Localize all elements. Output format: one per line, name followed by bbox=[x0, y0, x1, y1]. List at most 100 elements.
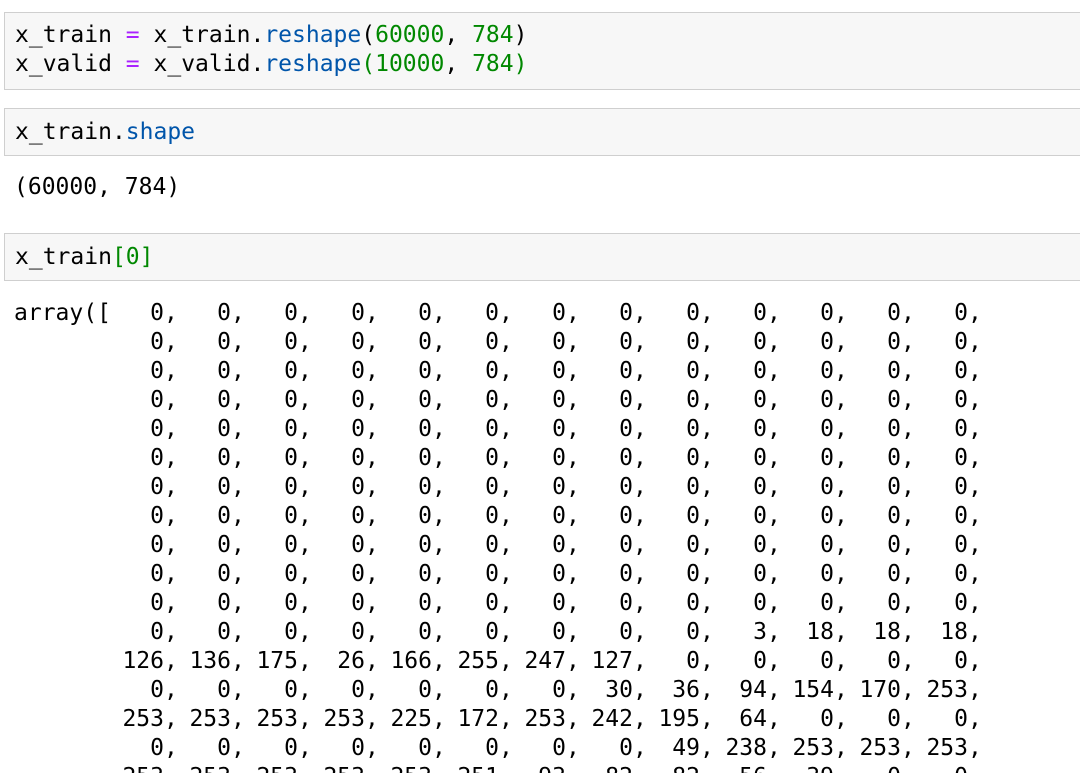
code-dot: . bbox=[250, 51, 265, 77]
array-comma: , bbox=[231, 445, 245, 471]
array-comma: , bbox=[298, 358, 312, 384]
array-value: 0 bbox=[485, 503, 499, 529]
array-value: 0 bbox=[552, 590, 566, 616]
array-value: 0 bbox=[418, 503, 432, 529]
code-method: reshape bbox=[264, 22, 362, 48]
code-paren-close: ) bbox=[513, 51, 528, 77]
array-comma: , bbox=[700, 532, 714, 558]
array-comma: , bbox=[834, 416, 848, 442]
code-dot: . bbox=[250, 22, 265, 48]
array-value: 0 bbox=[351, 503, 365, 529]
array-comma: , bbox=[700, 648, 714, 674]
array-comma: , bbox=[231, 358, 245, 384]
array-value: 0 bbox=[753, 329, 767, 355]
array-comma: , bbox=[767, 474, 781, 500]
array-comma: , bbox=[968, 329, 982, 355]
array-value: 0 bbox=[552, 329, 566, 355]
array-value: 0 bbox=[485, 474, 499, 500]
array-comma: , bbox=[834, 763, 848, 773]
array-comma: , bbox=[767, 619, 781, 645]
array-value: 0 bbox=[418, 329, 432, 355]
array-value: 93 bbox=[510, 763, 566, 773]
array-comma: , bbox=[231, 300, 245, 326]
array-value: 0 bbox=[217, 416, 231, 442]
array-comma: , bbox=[231, 648, 245, 674]
array-value: 253 bbox=[859, 735, 901, 761]
array-comma: , bbox=[432, 735, 446, 761]
array-comma: , bbox=[231, 387, 245, 413]
array-value: 253 bbox=[189, 706, 231, 732]
code-cell-shape[interactable]: x_train.shape bbox=[4, 108, 1080, 156]
array-row: 253,253,253,253,253,251,93,82,82,56,39,0… bbox=[108, 763, 981, 773]
array-value: 18 bbox=[940, 619, 968, 645]
array-value: 253 bbox=[108, 763, 164, 773]
array-value: 0 bbox=[552, 532, 566, 558]
code-cell-reshape[interactable]: x_train = x_train.reshape(60000, 784) x_… bbox=[4, 12, 1080, 90]
array-comma: , bbox=[231, 590, 245, 616]
array-value: 242 bbox=[591, 706, 633, 732]
array-value: 0 bbox=[217, 677, 231, 703]
array-comma: , bbox=[298, 445, 312, 471]
code-number: 784 bbox=[472, 22, 514, 48]
array-value: 0 bbox=[552, 416, 566, 442]
array-comma: , bbox=[164, 445, 178, 471]
array-value: 0 bbox=[887, 503, 901, 529]
array-comma: , bbox=[298, 763, 312, 773]
array-value: 0 bbox=[619, 329, 633, 355]
array-comma: , bbox=[834, 445, 848, 471]
array-value: 0 bbox=[887, 358, 901, 384]
array-comma: , bbox=[834, 677, 848, 703]
array-row: 0, 0, 0, 0, 0, 0, 0, 0, 0, 0, 0, 0, 0, bbox=[108, 531, 982, 560]
array-value: 0 bbox=[485, 677, 499, 703]
array-comma: , bbox=[432, 503, 446, 529]
array-comma: , bbox=[566, 590, 580, 616]
array-comma: , bbox=[298, 474, 312, 500]
array-value: 0 bbox=[619, 619, 633, 645]
array-value: 94 bbox=[739, 677, 767, 703]
array-value: 0 bbox=[150, 358, 164, 384]
array-value: 0 bbox=[753, 590, 767, 616]
array-value: 253 bbox=[242, 763, 298, 773]
array-comma: , bbox=[432, 474, 446, 500]
array-value: 255 bbox=[457, 648, 499, 674]
array-value: 0 bbox=[351, 474, 365, 500]
array-comma: , bbox=[633, 706, 647, 732]
array-value: 0 bbox=[418, 358, 432, 384]
array-comma: , bbox=[164, 329, 178, 355]
array-value: 0 bbox=[217, 619, 231, 645]
array-value: 0 bbox=[887, 300, 901, 326]
array-row: 0, 0, 0, 0, 0, 0, 0, 0, 0, 0, 0, 0, 0, bbox=[108, 415, 982, 444]
array-comma: , bbox=[901, 735, 915, 761]
array-value: 0 bbox=[418, 677, 432, 703]
array-comma: , bbox=[499, 763, 513, 773]
array-comma: , bbox=[432, 561, 446, 587]
array-comma: , bbox=[298, 503, 312, 529]
array-comma: , bbox=[767, 590, 781, 616]
code-cell-index[interactable]: x_train[0] bbox=[4, 233, 1080, 281]
array-comma: , bbox=[834, 300, 848, 326]
array-comma: , bbox=[164, 590, 178, 616]
array-value: 0 bbox=[284, 735, 298, 761]
array-comma: , bbox=[566, 561, 580, 587]
array-comma: , bbox=[365, 300, 379, 326]
array-comma: , bbox=[164, 532, 178, 558]
array-comma: , bbox=[968, 590, 982, 616]
array-comma: , bbox=[432, 532, 446, 558]
code-number: 10000 bbox=[375, 51, 445, 77]
array-comma: , bbox=[834, 387, 848, 413]
array-comma: , bbox=[834, 329, 848, 355]
array-value: 82 bbox=[577, 763, 633, 773]
array-value: 0 bbox=[552, 503, 566, 529]
array-value: 253 bbox=[792, 735, 834, 761]
array-value: 166 bbox=[390, 648, 432, 674]
array-value: 0 bbox=[217, 735, 231, 761]
array-value: 0 bbox=[418, 445, 432, 471]
array-comma: , bbox=[901, 474, 915, 500]
array-value: 0 bbox=[820, 532, 834, 558]
array-comma: , bbox=[834, 590, 848, 616]
array-comma: , bbox=[968, 532, 982, 558]
array-value: 0 bbox=[217, 474, 231, 500]
array-comma: , bbox=[901, 532, 915, 558]
array-comma: , bbox=[298, 677, 312, 703]
array-value: 0 bbox=[686, 532, 700, 558]
